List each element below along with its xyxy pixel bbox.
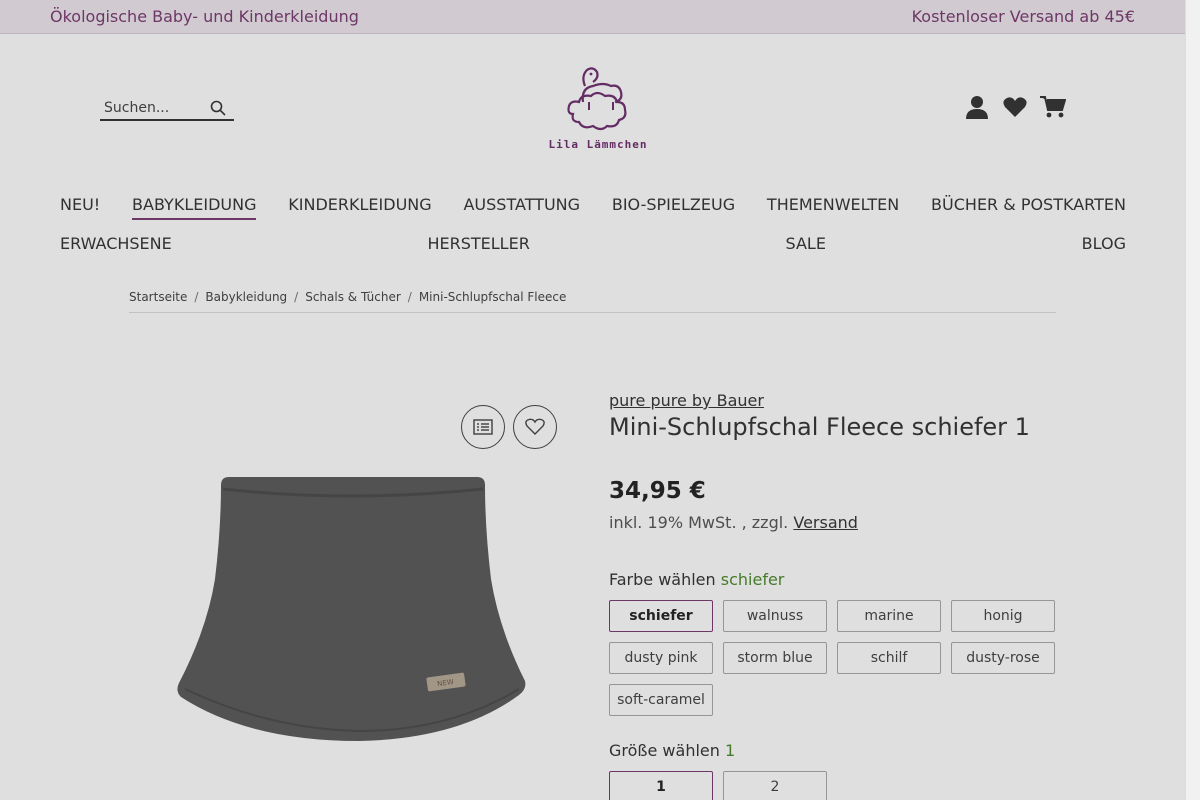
color-option-dusty-rose[interactable]: dusty-rose [951,642,1055,674]
color-option-marine[interactable]: marine [837,600,941,632]
nav-item-erwachsene[interactable]: ERWACHSENE [60,234,172,257]
size-selected-value: 1 [724,741,736,760]
page-scrollbar[interactable] [1185,0,1200,800]
nav-item-babykleidung[interactable]: BABYKLEIDUNG [132,195,257,220]
nav-item-hersteller[interactable]: HERSTELLER [427,234,529,257]
color-label-text: Farbe wählen [609,570,716,589]
breadcrumb-separator: / [294,290,299,304]
list-icon [473,419,493,435]
size-option-1[interactable]: 1 [609,771,713,800]
main-nav-row-1: NEU! BABYKLEIDUNG KINDERKLEIDUNG AUSSTAT… [60,195,1126,220]
product-image: NEW [177,477,526,741]
size-label-text: Größe wählen [609,741,720,760]
nav-item-sale[interactable]: SALE [786,234,826,257]
search-input[interactable] [100,97,200,119]
breadcrumb-separator: / [194,290,199,304]
color-option-walnuss[interactable]: walnuss [723,600,827,632]
color-option-schiefer[interactable]: schiefer [609,600,713,632]
search-icon[interactable] [210,100,226,116]
topbar-slogan: Ökologische Baby- und Kinderkleidung [50,7,359,26]
size-options: 1 2 [609,771,1059,800]
header-actions [964,94,1066,120]
color-option-storm-blue[interactable]: storm blue [723,642,827,674]
user-icon[interactable] [964,94,990,120]
breadcrumb-separator: / [407,290,412,304]
tax-text: inkl. 19% MwSt. , zzgl. [609,513,789,532]
color-label: Farbe wählen schiefer [609,570,784,589]
color-option-schilf[interactable]: schilf [837,642,941,674]
compare-button[interactable] [461,405,505,449]
product-price: 34,95 € [609,478,706,504]
heart-outline-icon [525,418,545,435]
nav-item-buecher-postkarten[interactable]: BÜCHER & POSTKARTEN [931,195,1126,220]
product-gallery[interactable]: NEW [129,389,577,800]
nav-item-neu[interactable]: NEU! [60,195,100,220]
product-title: Mini-Schlupfschal Fleece schiefer 1 [609,413,1030,441]
nav-item-blog[interactable]: BLOG [1082,234,1126,257]
heart-icon[interactable] [1002,94,1028,120]
wishlist-button[interactable] [513,405,557,449]
breadcrumb-current[interactable]: Mini-Schlupfschal Fleece [419,290,567,304]
nav-item-ausstattung[interactable]: AUSSTATTUNG [463,195,580,220]
lamb-cloud-logo-icon [567,67,627,131]
cart-icon[interactable] [1040,94,1066,120]
breadcrumb-babykleidung[interactable]: Babykleidung [205,290,287,304]
nav-item-bio-spielzeug[interactable]: BIO-SPIELZEUG [612,195,735,220]
size-label: Größe wählen 1 [609,741,735,760]
color-option-dusty-pink[interactable]: dusty pink [609,642,713,674]
nav-item-themenwelten[interactable]: THEMENWELTEN [767,195,899,220]
site-logo[interactable]: Lila Lämmchen [540,62,656,158]
shipping-link[interactable]: Versand [793,513,858,532]
main-nav-row-2: ERWACHSENE HERSTELLER SALE BLOG [60,234,1126,257]
color-option-honig[interactable]: honig [951,600,1055,632]
size-option-2[interactable]: 2 [723,771,827,800]
search-box [100,97,234,121]
color-option-soft-caramel[interactable]: soft-caramel [609,684,713,716]
topbar-shipping-info: Kostenloser Versand ab 45€ [911,7,1135,26]
manufacturer-link[interactable]: pure pure by Bauer [609,391,764,410]
breadcrumb-schals-tuecher[interactable]: Schals & Tücher [305,290,401,304]
logo-text: Lila Lämmchen [548,138,648,151]
color-options: schiefer walnuss marine honig dusty pink… [609,600,1059,716]
breadcrumb: Startseite / Babykleidung / Schals & Tücher /… [129,290,1056,313]
breadcrumb-startseite[interactable]: Startseite [129,290,187,304]
color-selected-value: schiefer [720,570,785,589]
top-info-bar: Ökologische Baby- und Kinderkleidung Kos… [0,0,1185,34]
tax-info: inkl. 19% MwSt. , zzgl. Versand [609,513,858,532]
nav-item-kinderkleidung[interactable]: KINDERKLEIDUNG [288,195,431,220]
